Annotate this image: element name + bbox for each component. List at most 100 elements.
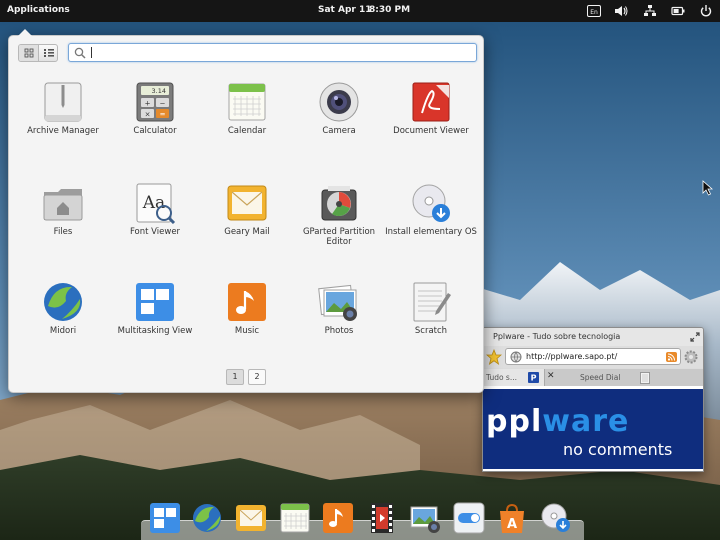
dock-app-center-icon[interactable]: A — [496, 502, 528, 534]
gparted-icon — [321, 186, 357, 221]
photos-icon — [318, 284, 357, 321]
pplware-tagline: no comments — [563, 440, 673, 459]
mouse-pointer-icon — [702, 180, 714, 196]
app-label: Calculator — [133, 126, 177, 136]
calculator-icon: 3.14 + − × = — [136, 82, 174, 122]
dock-videos-icon[interactable] — [366, 502, 398, 534]
scratch-icon — [413, 282, 451, 322]
browser-window-title: Pplware - Tudo sobre tecnologia — [493, 332, 621, 341]
app-label: Music — [234, 326, 260, 336]
app-photos[interactable]: Photos — [293, 281, 385, 371]
page-2-button[interactable]: 2 — [248, 369, 266, 385]
pplware-logo: pplware — [486, 404, 630, 439]
files-icon — [43, 189, 83, 221]
settings-gear-icon[interactable] — [683, 349, 699, 365]
app-music[interactable]: Music — [201, 281, 293, 371]
dock-switchboard-icon[interactable] — [453, 502, 485, 534]
browser-content[interactable]: pplware no comments — [483, 386, 703, 471]
dock-calendar-icon[interactable] — [279, 502, 311, 534]
calendar-icon — [228, 83, 266, 121]
app-document-viewer[interactable]: Document Viewer — [385, 81, 477, 171]
svg-text:A: A — [507, 517, 517, 532]
volume-icon[interactable] — [614, 4, 628, 18]
text-caret — [91, 47, 92, 58]
app-midori[interactable]: Midori — [17, 281, 109, 371]
app-search-field[interactable] — [68, 43, 477, 62]
keyboard-layout-text: En — [590, 9, 598, 16]
app-font-viewer[interactable]: Aa Font Viewer — [109, 182, 201, 272]
app-label: Multitasking View — [117, 326, 193, 336]
browser-tab-speed-dial[interactable]: Speed Dial — [558, 369, 668, 386]
app-label: Scratch — [414, 326, 448, 336]
browser-tab-active[interactable]: Tudo s... P — [483, 369, 545, 386]
dock-photos-icon[interactable] — [409, 502, 441, 534]
app-gparted[interactable]: GParted Partition Editor — [293, 182, 385, 272]
app-archive-manager[interactable]: Archive Manager — [17, 81, 109, 171]
category-view-icon — [44, 49, 54, 57]
app-calculator[interactable]: 3.14 + − × = Calculator — [109, 81, 201, 171]
tab-label: Tudo s... — [486, 373, 517, 382]
grid-view-button[interactable] — [19, 45, 39, 61]
archive-manager-icon — [44, 82, 82, 122]
top-panel: Applications Sat Apr 11 8:30 PM En — [0, 0, 720, 22]
app-geary-mail[interactable]: Geary Mail — [201, 182, 293, 272]
app-camera[interactable]: Camera — [293, 81, 385, 171]
dock-multitasking-view-icon[interactable] — [149, 502, 181, 534]
app-label: Archive Manager — [27, 126, 99, 136]
dock-music-icon[interactable] — [322, 502, 354, 534]
tab-label: Speed Dial — [580, 373, 621, 382]
app-calendar[interactable]: Calendar — [201, 81, 293, 171]
midori-icon — [44, 283, 82, 321]
tab-close-icon[interactable]: ✕ — [547, 371, 555, 381]
panel-time[interactable]: 8:30 PM — [369, 5, 410, 15]
panel-date[interactable]: Sat Apr 11 — [318, 5, 372, 15]
app-multitasking-view[interactable]: Multitasking View — [109, 281, 201, 371]
url-text: http://pplware.sapo.pt/ — [526, 352, 618, 361]
document-viewer-icon — [412, 82, 450, 122]
applications-menu-button[interactable]: Applications — [7, 5, 70, 15]
battery-icon[interactable] — [671, 4, 685, 18]
maximize-icon[interactable] — [690, 332, 700, 342]
app-label: Files — [53, 227, 73, 237]
url-field[interactable]: http://pplware.sapo.pt/ — [505, 348, 681, 365]
font-sample: Aa — [142, 193, 165, 213]
browser-tab-bar: Tudo s... P ✕ Speed Dial — [483, 369, 703, 386]
power-icon[interactable] — [699, 4, 713, 18]
browser-titlebar[interactable]: Pplware - Tudo sobre tecnologia — [483, 328, 703, 346]
app-scratch[interactable]: Scratch — [385, 281, 477, 371]
app-install-os[interactable]: Install elementary OS — [385, 182, 477, 272]
app-label: Photos — [324, 326, 354, 336]
search-icon — [74, 47, 86, 59]
globe-icon — [510, 351, 522, 363]
dock-midori-icon[interactable] — [191, 502, 223, 534]
keyboard-layout-icon[interactable]: En — [587, 4, 601, 18]
dock-geary-mail-icon[interactable] — [235, 502, 267, 534]
menu-pointer — [18, 29, 32, 36]
dock-install-os-icon[interactable] — [540, 502, 572, 534]
app-label: Midori — [49, 326, 77, 336]
page-1-button[interactable]: 1 — [226, 369, 244, 385]
search-input[interactable] — [91, 46, 461, 59]
app-label: Calendar — [227, 126, 267, 136]
install-os-icon — [412, 184, 450, 222]
view-mode-switcher — [18, 44, 58, 62]
app-files[interactable]: Files — [17, 182, 109, 272]
pplware-banner[interactable]: pplware no comments — [483, 389, 703, 469]
tab-favicon-icon: P — [528, 372, 539, 383]
tab-page-icon — [640, 372, 650, 384]
svg-text:P: P — [531, 374, 537, 383]
browser-window[interactable]: Pplware - Tudo sobre tecnologia http://p… — [482, 327, 704, 472]
multitasking-view-icon — [136, 283, 174, 321]
bookmark-star-icon[interactable] — [486, 349, 502, 365]
rss-feed-icon[interactable] — [666, 352, 677, 362]
app-label: Geary Mail — [224, 227, 270, 237]
network-icon[interactable] — [643, 4, 657, 18]
category-view-button[interactable] — [39, 45, 57, 61]
camera-icon — [319, 82, 359, 122]
svg-text:−: − — [160, 100, 166, 108]
app-label: Install elementary OS — [385, 227, 477, 237]
svg-text:×: × — [145, 111, 151, 119]
app-label: Camera — [322, 126, 356, 136]
geary-mail-icon — [227, 185, 267, 221]
font-viewer-icon: Aa — [136, 183, 176, 224]
